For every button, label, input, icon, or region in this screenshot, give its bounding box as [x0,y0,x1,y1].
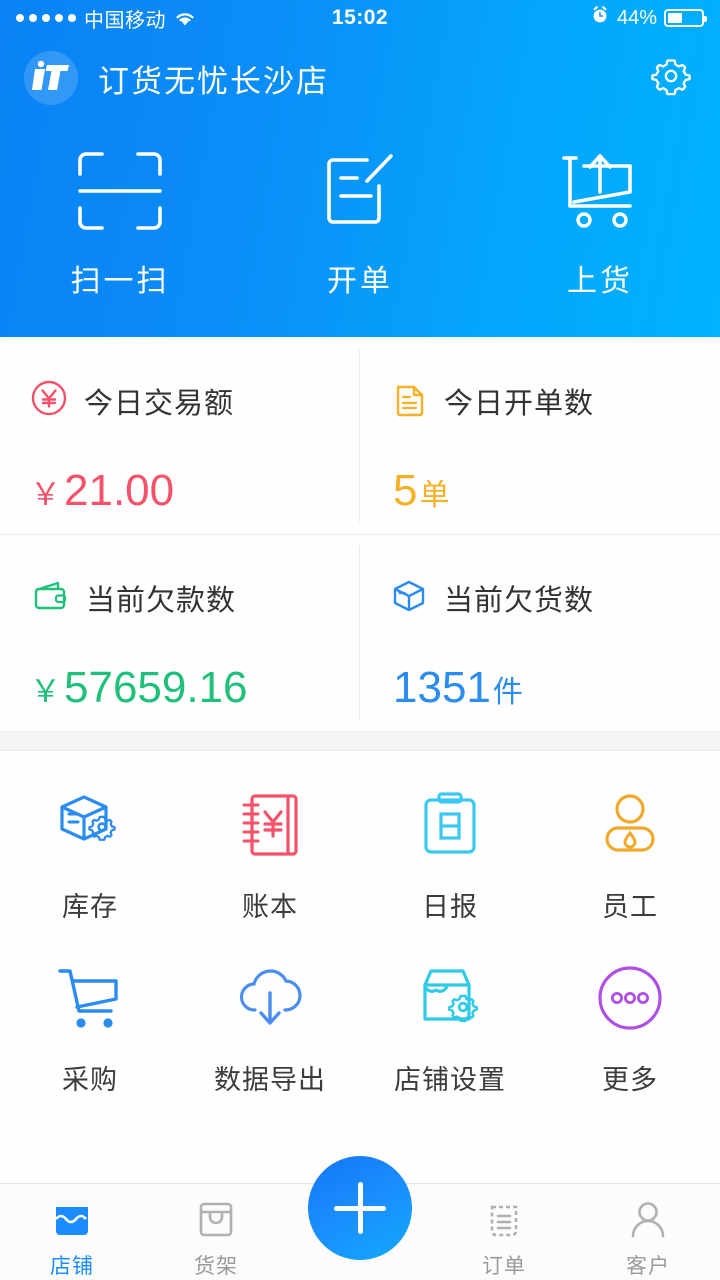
shelf-icon [194,1194,238,1244]
status-bar: 中国移动 15:02 44% [0,0,720,36]
tab-label: 货架 [194,1255,238,1278]
stat-title: 当前欠款数 [86,584,237,617]
menu-item-daily-report[interactable]: 日报 [360,785,540,924]
tab-customer[interactable]: 客户 [576,1184,720,1280]
stat-title: 今日交易额 [84,387,235,420]
value-unit: 单 [419,479,450,512]
stat-header: 当前欠货数 [390,576,690,619]
battery-icon [664,9,707,27]
ledger-yuan-icon [236,785,304,865]
stat-card-today-revenue[interactable]: 今日交易额 ￥ 21.00 [0,337,360,534]
currency-symbol: ￥ [30,674,61,709]
stat-value: 1351 件 [390,663,690,713]
box-icon [390,576,428,619]
section-divider [0,731,720,751]
value-number: 1351 [393,663,491,712]
shop-icon [50,1194,94,1244]
scan-qr-icon [74,148,166,234]
stat-card-today-orders[interactable]: 今日开单数 5 单 [360,337,720,534]
app-logo-icon [24,51,78,105]
wallet-icon [30,576,70,619]
stats-grid: 今日交易额 ￥ 21.00 今日开单数 5 单 当前欠款数 ￥ 57659.16… [0,337,720,731]
menu-item-label: 库存 [62,892,118,922]
tab-label: 店铺 [50,1255,94,1278]
tab-shop[interactable]: 店铺 [0,1184,144,1280]
order-icon [482,1194,526,1244]
menu-item-label: 采购 [62,1065,118,1095]
stat-header: 今日开单数 [390,379,690,422]
more-dots-icon [595,958,665,1038]
status-bar-right: 44% [590,5,707,31]
app-bar: 订货无忧长沙店 [0,36,720,120]
box-gear-icon [54,785,126,865]
stat-title: 当前欠货数 [444,584,595,617]
customer-icon [626,1194,670,1244]
menu-item-label: 店铺设置 [394,1065,506,1095]
quick-actions: 扫一扫 开单 上货 [0,120,720,337]
menu-item-label: 账本 [242,892,298,922]
menu-item-ledger[interactable]: 账本 [180,785,360,924]
app-screen: 中国移动 15:02 44% 订货无忧长沙店 扫一扫 开单 上货 今日交易额 ￥… [0,0,720,1280]
quick-action-label: 上货 [567,264,633,298]
value-number: 21.00 [64,466,175,515]
stat-value: 5 单 [390,466,690,516]
battery-percent-label: 44% [616,6,657,29]
shop-gear-icon [413,958,487,1038]
header-region: 中国移动 15:02 44% 订货无忧长沙店 扫一扫 开单 上货 [0,0,720,337]
stat-card-outstanding-goods[interactable]: 当前欠货数 1351 件 [360,534,720,731]
stat-card-outstanding-payment[interactable]: 当前欠款数 ￥ 57659.16 [0,534,360,731]
stat-header: 今日交易额 [30,379,330,422]
stat-value: ￥ 57659.16 [30,663,330,713]
bottom-tab-bar: 店铺 货架 订单 客户 [0,1156,720,1280]
tab-label: 订单 [482,1255,526,1278]
shopping-cart-icon [54,958,126,1038]
menu-grid: 库存 账本 日报 员工 采购 数据导出 店铺设置 更多 [0,785,720,1097]
quick-action-label: 扫一扫 [70,264,170,298]
cloud-download-icon [233,958,307,1038]
create-order-icon [317,148,403,234]
currency-symbol: ￥ [30,477,61,512]
employee-icon [597,785,663,865]
document-icon [390,379,428,422]
quick-action-label: 开单 [327,264,393,298]
menu-item-employee[interactable]: 员工 [540,785,720,924]
menu-item-label: 更多 [602,1065,658,1095]
page-title: 订货无忧长沙店 [98,63,329,99]
tab-orders[interactable]: 订单 [432,1184,576,1280]
stat-value: ￥ 21.00 [30,466,330,516]
value-number: 57659.16 [64,663,248,712]
clipboard-day-icon [417,785,483,865]
menu-item-label: 员工 [602,892,658,922]
quick-action-scan[interactable]: 扫一扫 [0,148,240,300]
settings-button[interactable] [646,53,696,103]
stat-header: 当前欠款数 [30,576,330,619]
menu-item-more[interactable]: 更多 [540,958,720,1097]
stat-title: 今日开单数 [444,387,595,420]
add-button[interactable] [308,1156,412,1260]
menu-section: 库存 账本 日报 员工 采购 数据导出 店铺设置 更多 [0,751,720,1183]
alarm-clock-icon [590,5,610,31]
value-number: 5 [393,466,418,515]
menu-item-inventory[interactable]: 库存 [0,785,180,924]
gear-icon [649,54,693,103]
upload-goods-cart-icon [554,148,646,234]
value-unit: 件 [492,676,523,709]
tab-label: 客户 [626,1255,670,1278]
quick-action-upload-goods[interactable]: 上货 [480,148,720,300]
quick-action-create-order[interactable]: 开单 [240,148,480,300]
yuan-circle-icon [30,379,68,422]
menu-item-shop-settings[interactable]: 店铺设置 [360,958,540,1097]
menu-item-purchase[interactable]: 采购 [0,958,180,1097]
menu-item-label: 数据导出 [214,1065,326,1095]
menu-item-data-export[interactable]: 数据导出 [180,958,360,1097]
menu-item-label: 日报 [422,892,478,922]
tab-shelf[interactable]: 货架 [144,1184,288,1280]
